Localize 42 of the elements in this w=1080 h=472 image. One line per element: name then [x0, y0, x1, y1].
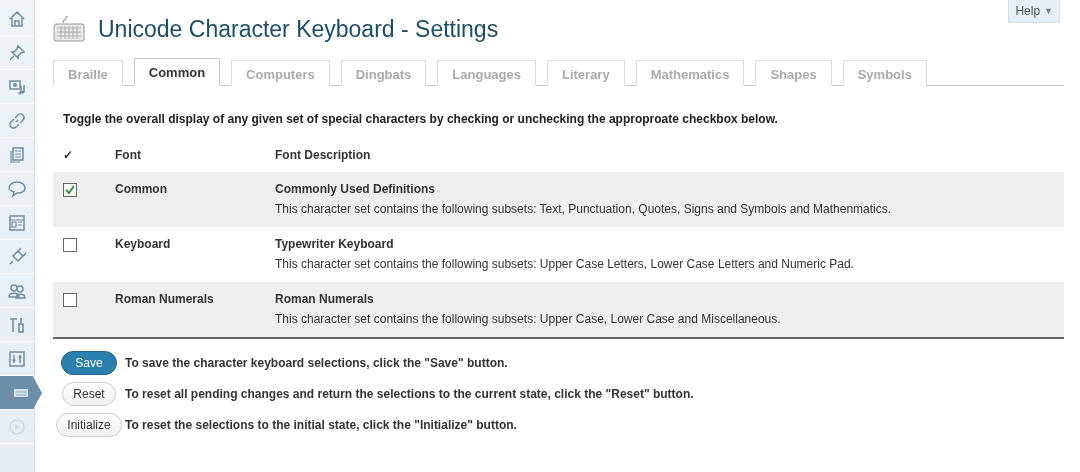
page-title: Unicode Character Keyboard - Settings: [98, 15, 499, 43]
checkbox[interactable]: [63, 293, 77, 307]
tab[interactable]: Computers: [231, 60, 330, 86]
column-header: ✓: [63, 148, 73, 162]
tab[interactable]: Symbols: [842, 60, 927, 86]
pages-icon: [7, 144, 27, 165]
link-icon: [7, 110, 27, 131]
column-header: Font: [115, 148, 141, 162]
action-button[interactable]: Reset: [62, 382, 116, 406]
instructions-text: Toggle the overall display of any given set of special characters by checking or unchecking the approproate checkbox below.: [63, 112, 779, 126]
tab[interactable]: Braille: [53, 60, 123, 86]
checkbox[interactable]: [63, 238, 77, 252]
action-button[interactable]: Initialize: [56, 413, 122, 437]
settings-icon: [7, 348, 27, 369]
help-button[interactable]: Help ▼: [1008, 0, 1060, 23]
tab[interactable]: Common: [133, 58, 221, 86]
comment-icon: [7, 178, 27, 199]
font-name: Keyboard: [115, 237, 172, 251]
tab[interactable]: Mathematics: [635, 60, 745, 86]
column-header: Font Description: [275, 148, 371, 162]
keyboard-icon: [53, 15, 85, 43]
tab[interactable]: Literary: [546, 60, 625, 86]
tab[interactable]: Languages: [437, 60, 536, 86]
font-title: Commonly Used Definitions: [275, 182, 436, 196]
font-name: Common: [115, 182, 168, 196]
font-title: Roman Numerals: [275, 292, 375, 306]
save-button[interactable]: Save: [61, 351, 117, 375]
font-description: This character set contains the following subsets: Upper Case, Lower Case and Miscellaneous.: [275, 312, 782, 326]
home-icon: [7, 8, 27, 29]
tab[interactable]: Shapes: [755, 60, 832, 86]
font-description: This character set contains the following subsets: Upper Case Letters, Lower Case Letters and Numeric Pad.: [275, 257, 855, 271]
pin-icon: [7, 42, 27, 63]
font-title: Typewriter Keyboard: [275, 237, 395, 251]
action-hint: To reset the selections to the initial state, click the "Initialize" button.: [125, 418, 518, 432]
font-name: Roman Numerals: [115, 292, 215, 306]
layout-icon: [7, 212, 27, 233]
sidebar-item[interactable]: [0, 376, 42, 410]
font-description: This character set contains the following subsets: Text, Punctuation, Quotes, Signs and Symbols and Mathenmatics.: [275, 202, 893, 216]
tab[interactable]: Dingbats: [340, 60, 427, 86]
checkbox[interactable]: [63, 183, 77, 197]
action-hint: To reset all pending changes and return the selections to the current state, click the "Reset" button.: [125, 387, 695, 401]
action-hint: To save the character keyboard selections, click the "Save" button.: [125, 356, 509, 370]
